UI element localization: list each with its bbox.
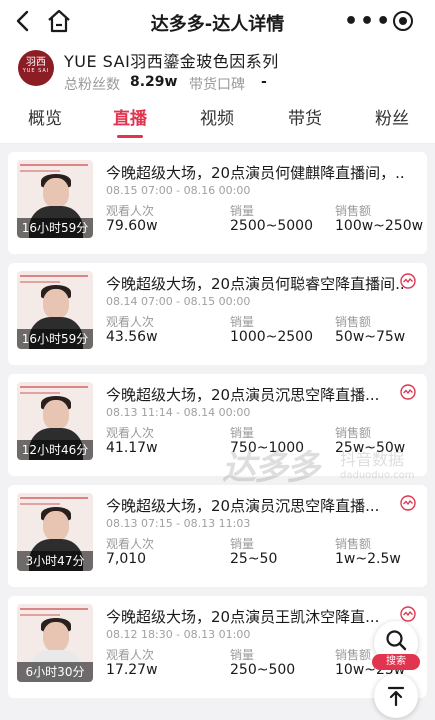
live-time: 08.15 07:00 - 08.16 00:00 [106,184,251,197]
profile-header: 羽西 YUE SAI YUE SAI羽西鎏金玻色因系列 总粉丝数 8.29w 带… [0,44,435,96]
revenue-value: 25w~50w [335,440,406,456]
search-label: 搜索 [372,654,420,670]
live-duration: 6小时30分 [17,662,93,682]
live-title: 今晚超级大场，20点演员何聪睿空降直播间... [106,275,406,293]
live-thumbnail: 16小时59分 [17,160,93,238]
revenue-label: 销售额 [335,648,372,662]
sales-value: 2500~5000 [230,218,313,234]
live-thumbnail: 16小时59分 [17,271,93,349]
revenue-value: 50w~75w [335,329,406,345]
search-icon [386,630,407,651]
views-label: 观看人次 [106,537,155,551]
views-value: 41.17w [106,440,158,456]
fans-label: 总粉丝数 [64,77,120,93]
views-label: 观看人次 [106,648,155,662]
live-time: 08.13 07:15 - 08.13 11:03 [106,517,251,530]
views-value: 43.56w [106,329,158,345]
top-bar: 达多多-达人详情 ••• [0,0,435,44]
live-thumbnail: 3小时47分 [17,493,93,571]
sales-label: 销量 [230,204,255,218]
live-thumbnail: 6小时30分 [17,604,93,682]
tab-bar: 概览 直播 视频 带货 粉丝 [0,96,435,144]
sales-label: 销量 [230,315,255,329]
trend-icon[interactable] [400,273,416,289]
live-duration: 16小时59分 [17,218,93,238]
active-tab-indicator [117,135,143,138]
search-fab[interactable]: 搜索 [372,621,420,670]
views-label: 观看人次 [106,426,155,440]
tab-overview[interactable]: 概览 [28,104,62,129]
tab-fans[interactable]: 粉丝 [375,104,409,129]
sales-value: 25~50 [230,551,278,567]
live-card[interactable]: 3小时47分 今晚超级大场，20点演员沉思空降直播... 08.13 07:15… [8,485,427,587]
avatar: 羽西 YUE SAI [18,50,54,86]
live-time: 08.12 18:30 - 08.13 01:00 [106,628,251,641]
avatar-logo-text: 羽西 [26,57,46,68]
live-time: 08.13 11:14 - 08.14 00:00 [106,406,251,419]
views-label: 观看人次 [106,315,155,329]
live-card[interactable]: 12小时46分 今晚超级大场，20点演员沉思空降直播... 08.13 11:1… [8,374,427,476]
avatar-logo-subtext: YUE SAI [22,68,50,74]
views-value: 17.27w [106,662,158,678]
trend-icon[interactable] [400,606,416,622]
sales-label: 销量 [230,648,255,662]
close-mini-program-icon[interactable] [392,10,414,32]
live-title: 今晚超级大场，20点演员沉思空降直播... [106,386,380,404]
live-card[interactable]: 16小时59分 今晚超级大场，20点演员何聪睿空降直播间... 08.14 07… [8,263,427,365]
live-title: 今晚超级大场，20点演员王凯沐空降直... [106,608,380,626]
views-value: 7,010 [106,551,147,567]
sales-value: 750~1000 [230,440,305,456]
live-time: 08.14 07:00 - 08.15 00:00 [106,295,251,308]
tab-products[interactable]: 带货 [288,104,322,129]
live-duration: 16小时59分 [17,329,93,349]
revenue-label: 销售额 [335,537,372,551]
revenue-label: 销售额 [335,315,372,329]
back-to-top-icon [387,686,405,707]
back-to-top-button[interactable] [374,674,418,718]
trend-icon[interactable] [400,384,416,400]
reputation-label: 带货口碑 [189,77,245,93]
tab-live[interactable]: 直播 [113,104,147,129]
sales-value: 250~500 [230,662,296,678]
live-title: 今晚超级大场，20点演员沉思空降直播... [106,497,380,515]
live-thumbnail: 12小时46分 [17,382,93,460]
sales-value: 1000~2500 [230,329,313,345]
trend-icon[interactable] [400,495,416,511]
views-value: 79.60w [106,218,158,234]
revenue-value: 100w~250w [335,218,424,234]
live-card[interactable]: 6小时30分 今晚超级大场，20点演员王凯沐空降直... 08.12 18:30… [8,596,427,698]
more-icon[interactable]: ••• [344,11,392,33]
live-card[interactable]: 16小时59分 今晚超级大场，20点演员何健麒降直播间，... 08.15 07… [8,152,427,254]
revenue-value: 1w~2.5w [335,551,401,567]
fans-value: 8.29w [130,74,178,90]
live-title: 今晚超级大场，20点演员何健麒降直播间，... [106,164,406,182]
reputation-value: - [261,74,267,90]
live-duration: 12小时46分 [17,440,93,460]
views-label: 观看人次 [106,204,155,218]
live-duration: 3小时47分 [17,551,93,571]
tab-video[interactable]: 视频 [200,104,234,129]
revenue-label: 销售额 [335,204,372,218]
revenue-label: 销售额 [335,426,372,440]
sales-label: 销量 [230,426,255,440]
profile-name: YUE SAI羽西鎏金玻色因系列 [64,52,279,71]
sales-label: 销量 [230,537,255,551]
